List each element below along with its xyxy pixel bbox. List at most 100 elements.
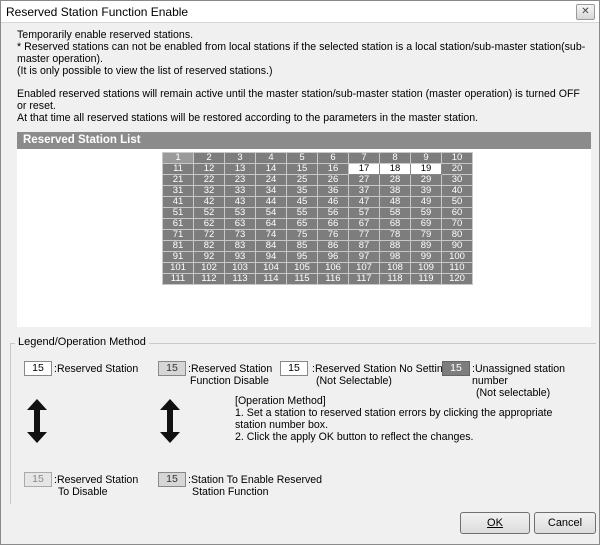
station-cell[interactable]: 2 xyxy=(193,152,225,164)
station-cell[interactable]: 82 xyxy=(193,240,225,252)
station-cell[interactable]: 62 xyxy=(193,218,225,230)
station-cell[interactable]: 21 xyxy=(162,174,194,186)
station-cell[interactable]: 114 xyxy=(255,273,287,285)
station-cell[interactable]: 71 xyxy=(162,229,194,241)
station-cell[interactable]: 22 xyxy=(193,174,225,186)
station-cell[interactable]: 58 xyxy=(379,207,411,219)
station-cell[interactable]: 54 xyxy=(255,207,287,219)
station-cell[interactable]: 27 xyxy=(348,174,380,186)
station-cell[interactable]: 69 xyxy=(410,218,442,230)
station-cell[interactable]: 42 xyxy=(193,196,225,208)
station-cell[interactable]: 85 xyxy=(286,240,318,252)
cancel-button[interactable]: Cancel xyxy=(534,512,596,534)
station-cell[interactable]: 109 xyxy=(410,262,442,274)
station-cell[interactable]: 68 xyxy=(379,218,411,230)
station-cell[interactable]: 11 xyxy=(162,163,194,175)
station-cell[interactable]: 94 xyxy=(255,251,287,263)
station-cell[interactable]: 98 xyxy=(379,251,411,263)
station-cell[interactable]: 56 xyxy=(317,207,349,219)
station-cell[interactable]: 103 xyxy=(224,262,256,274)
station-cell[interactable]: 116 xyxy=(317,273,349,285)
station-cell[interactable]: 30 xyxy=(441,174,473,186)
station-cell[interactable]: 60 xyxy=(441,207,473,219)
station-cell[interactable]: 74 xyxy=(255,229,287,241)
station-cell[interactable]: 118 xyxy=(379,273,411,285)
station-cell[interactable]: 91 xyxy=(162,251,194,263)
station-cell[interactable]: 24 xyxy=(255,174,287,186)
station-cell[interactable]: 64 xyxy=(255,218,287,230)
station-cell[interactable]: 87 xyxy=(348,240,380,252)
station-cell[interactable]: 66 xyxy=(317,218,349,230)
station-cell[interactable]: 41 xyxy=(162,196,194,208)
station-cell[interactable]: 5 xyxy=(286,152,318,164)
station-cell[interactable]: 83 xyxy=(224,240,256,252)
station-cell[interactable]: 51 xyxy=(162,207,194,219)
station-cell[interactable]: 105 xyxy=(286,262,318,274)
station-cell[interactable]: 112 xyxy=(193,273,225,285)
station-cell[interactable]: 40 xyxy=(441,185,473,197)
station-cell[interactable]: 45 xyxy=(286,196,318,208)
station-cell[interactable]: 115 xyxy=(286,273,318,285)
close-button[interactable]: ✕ xyxy=(576,4,595,20)
station-cell[interactable]: 50 xyxy=(441,196,473,208)
station-cell[interactable]: 13 xyxy=(224,163,256,175)
ok-button[interactable]: OK xyxy=(460,512,530,534)
station-cell[interactable]: 88 xyxy=(379,240,411,252)
station-cell[interactable]: 75 xyxy=(286,229,318,241)
station-cell[interactable]: 38 xyxy=(379,185,411,197)
station-cell[interactable]: 110 xyxy=(441,262,473,274)
station-cell[interactable]: 79 xyxy=(410,229,442,241)
station-cell[interactable]: 84 xyxy=(255,240,287,252)
station-cell[interactable]: 39 xyxy=(410,185,442,197)
station-cell[interactable]: 81 xyxy=(162,240,194,252)
station-cell[interactable]: 107 xyxy=(348,262,380,274)
station-cell[interactable]: 1 xyxy=(162,152,194,164)
station-cell[interactable]: 8 xyxy=(379,152,411,164)
station-cell[interactable]: 95 xyxy=(286,251,318,263)
station-cell[interactable]: 99 xyxy=(410,251,442,263)
station-cell[interactable]: 3 xyxy=(224,152,256,164)
station-cell[interactable]: 44 xyxy=(255,196,287,208)
station-cell[interactable]: 47 xyxy=(348,196,380,208)
station-cell[interactable]: 49 xyxy=(410,196,442,208)
station-cell[interactable]: 4 xyxy=(255,152,287,164)
station-cell[interactable]: 53 xyxy=(224,207,256,219)
station-cell[interactable]: 96 xyxy=(317,251,349,263)
station-cell[interactable]: 97 xyxy=(348,251,380,263)
station-cell[interactable]: 59 xyxy=(410,207,442,219)
station-cell[interactable]: 18 xyxy=(379,163,411,175)
station-cell[interactable]: 35 xyxy=(286,185,318,197)
station-cell[interactable]: 25 xyxy=(286,174,318,186)
station-cell[interactable]: 63 xyxy=(224,218,256,230)
station-cell[interactable]: 37 xyxy=(348,185,380,197)
station-cell[interactable]: 7 xyxy=(348,152,380,164)
station-cell[interactable]: 104 xyxy=(255,262,287,274)
station-cell[interactable]: 90 xyxy=(441,240,473,252)
station-cell[interactable]: 23 xyxy=(224,174,256,186)
station-cell[interactable]: 9 xyxy=(410,152,442,164)
station-cell[interactable]: 72 xyxy=(193,229,225,241)
station-cell[interactable]: 101 xyxy=(162,262,194,274)
station-cell[interactable]: 80 xyxy=(441,229,473,241)
station-cell[interactable]: 73 xyxy=(224,229,256,241)
station-cell[interactable]: 31 xyxy=(162,185,194,197)
station-cell[interactable]: 48 xyxy=(379,196,411,208)
station-cell[interactable]: 20 xyxy=(441,163,473,175)
station-cell[interactable]: 117 xyxy=(348,273,380,285)
station-cell[interactable]: 29 xyxy=(410,174,442,186)
station-cell[interactable]: 46 xyxy=(317,196,349,208)
station-cell[interactable]: 57 xyxy=(348,207,380,219)
station-cell[interactable]: 70 xyxy=(441,218,473,230)
station-cell[interactable]: 106 xyxy=(317,262,349,274)
station-cell[interactable]: 26 xyxy=(317,174,349,186)
station-cell[interactable]: 12 xyxy=(193,163,225,175)
station-cell[interactable]: 67 xyxy=(348,218,380,230)
station-cell[interactable]: 43 xyxy=(224,196,256,208)
station-cell[interactable]: 77 xyxy=(348,229,380,241)
station-cell[interactable]: 113 xyxy=(224,273,256,285)
station-cell[interactable]: 36 xyxy=(317,185,349,197)
station-cell[interactable]: 100 xyxy=(441,251,473,263)
station-cell[interactable]: 28 xyxy=(379,174,411,186)
station-cell[interactable]: 34 xyxy=(255,185,287,197)
station-cell[interactable]: 86 xyxy=(317,240,349,252)
